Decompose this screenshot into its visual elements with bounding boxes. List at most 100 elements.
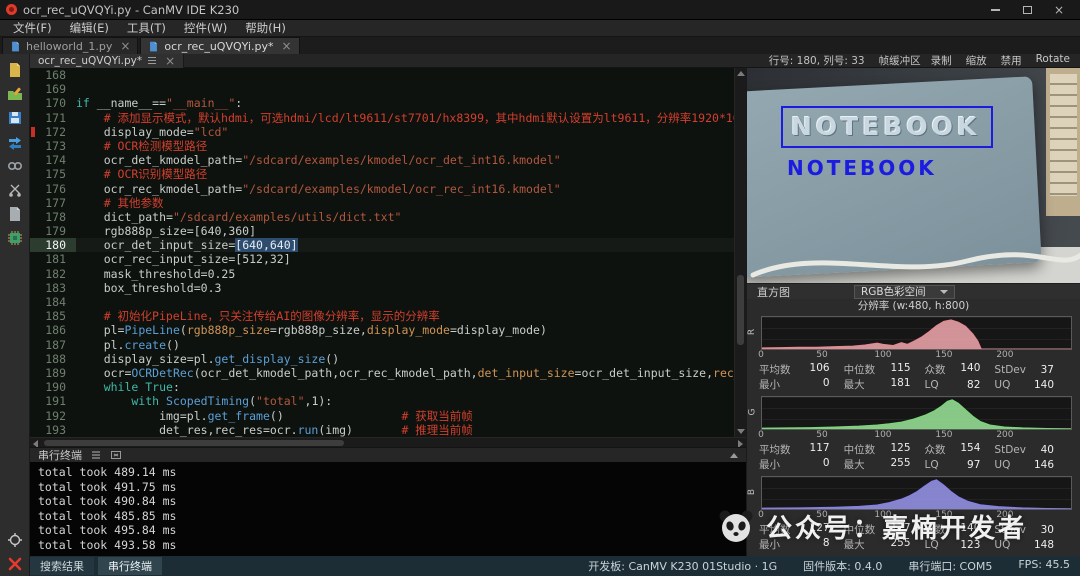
document-icon[interactable]	[6, 205, 24, 223]
stat-value: 146	[1034, 459, 1054, 471]
code-line[interactable]: 182 mask_threshold=0.25	[30, 267, 734, 281]
resolution-label: 分辨率 (w:480, h:800)	[747, 299, 1080, 314]
code-line[interactable]: 170if __name__=="__main__":	[30, 96, 734, 110]
code-line[interactable]: 193 det_res,rec_res=ocr.run(img) # 推理当前帧	[30, 423, 734, 437]
framebuffer-label: 帧缓冲区	[879, 53, 931, 68]
tab-close-icon[interactable]: ×	[282, 40, 292, 52]
code-line[interactable]: 190 while True:	[30, 380, 734, 394]
menu-item-file[interactable]: 文件(F)	[4, 20, 61, 36]
terminal-clear-icon[interactable]	[110, 449, 122, 461]
stat-label: 众数	[925, 362, 946, 377]
code-line[interactable]: 177 # 其他参数	[30, 196, 734, 210]
code-line[interactable]: 185 # 初始化PipeLine，只关注传给AI的图像分辨率，显示的分辨率	[30, 309, 734, 323]
scroll-up-icon[interactable]	[737, 71, 745, 76]
file-tab-helloworld[interactable]: helloworld_1.py ×	[2, 37, 138, 54]
code-text: dict_path="/sdcard/examples/utils/dict.t…	[76, 210, 734, 224]
scroll-down-icon[interactable]	[737, 429, 745, 434]
code-text	[76, 68, 734, 82]
save-file-icon[interactable]	[6, 109, 24, 127]
code-line[interactable]: 184	[30, 295, 734, 309]
tab-close-icon[interactable]: ×	[120, 40, 130, 52]
code-line[interactable]: 187 pl.create()	[30, 338, 734, 352]
code-line[interactable]: 180 ocr_det_input_size=[640,640]	[30, 238, 734, 252]
code-line[interactable]: 173 # OCR检测模型路径	[30, 139, 734, 153]
vertical-scrollbar[interactable]	[734, 68, 746, 437]
new-file-icon[interactable]	[6, 61, 24, 79]
code-line[interactable]: 168	[30, 68, 734, 82]
code-line[interactable]: 178 dict_path="/sdcard/examples/utils/di…	[30, 210, 734, 224]
file-tab-label: helloworld_1.py	[26, 40, 112, 53]
horizontal-scrollbar[interactable]	[30, 437, 746, 447]
stat-cell: 中位数125	[844, 442, 925, 457]
fb-button-zoom[interactable]: 缩放	[966, 53, 987, 68]
code-line[interactable]: 176 ocr_rec_kmodel_path="/sdcard/example…	[30, 182, 734, 196]
code-area[interactable]: 168169170if __name__=="__main__":171 # 添…	[30, 68, 746, 437]
menu-item-tools[interactable]: 工具(T)	[118, 20, 175, 36]
xtick-label: 0	[758, 510, 764, 520]
doc-close-icon[interactable]: ×	[165, 55, 175, 67]
stat-value: 140	[960, 522, 980, 537]
line-number: 188	[30, 352, 76, 366]
code-text	[76, 82, 734, 96]
vertical-scroll-thumb[interactable]	[737, 275, 744, 345]
connect-arrows-icon[interactable]	[6, 133, 24, 151]
histogram-xticks: 050100150200	[761, 430, 1072, 441]
code-line[interactable]: 191 with ScopedTiming("total",1):	[30, 394, 734, 408]
stat-value: 123	[960, 539, 980, 551]
menu-bar: 文件(F)编辑(E)工具(T)控件(W)帮助(H)	[0, 20, 1080, 37]
code-line[interactable]: 186 pl=PipeLine(rgb888p_size=rgb888p_siz…	[30, 323, 734, 337]
code-line[interactable]: 174 ocr_det_kmodel_path="/sdcard/example…	[30, 153, 734, 167]
code-line[interactable]: 183 box_threshold=0.3	[30, 281, 734, 295]
code-line[interactable]: 188 display_size=pl.get_display_size()	[30, 352, 734, 366]
menu-item-edit[interactable]: 编辑(E)	[61, 20, 118, 36]
link-icon[interactable]	[6, 157, 24, 175]
terminal-collapse-icon[interactable]	[730, 453, 738, 458]
code-line[interactable]: 181 ocr_rec_input_size=[512,32]	[30, 252, 734, 266]
code-line[interactable]: 179 rgb888p_size=[640,360]	[30, 224, 734, 238]
code-line[interactable]: 189 ocr=OCRDetRec(ocr_det_kmodel_path,oc…	[30, 366, 734, 380]
xtick-label: 150	[935, 510, 952, 520]
code-text: # OCR识别模型路径	[76, 167, 734, 181]
doc-menu-icon[interactable]	[148, 57, 156, 64]
menu-item-help[interactable]: 帮助(H)	[236, 20, 295, 36]
stop-script-icon[interactable]	[6, 555, 24, 573]
stat-value: 140	[960, 362, 980, 377]
file-tab-ocr-rec[interactable]: ocr_rec_uQVQYi.py*×	[140, 37, 299, 54]
stat-label: 中位数	[844, 362, 876, 377]
horizontal-scroll-thumb[interactable]	[44, 440, 344, 446]
ocr-result-text: NOTEBOOK	[787, 156, 937, 180]
code-line[interactable]: 175 # OCR识别模型路径	[30, 167, 734, 181]
code-line[interactable]: 169	[30, 82, 734, 96]
stat-label: StDev	[994, 444, 1026, 456]
target-icon[interactable]	[6, 531, 24, 549]
code-line[interactable]: 172 display_mode="lcd"	[30, 125, 734, 139]
fb-button-record[interactable]: 录制	[931, 53, 952, 68]
colorspace-select[interactable]: RGB色彩空间	[854, 285, 955, 299]
minimize-button[interactable]	[980, 1, 1010, 19]
menu-item-window[interactable]: 控件(W)	[175, 20, 236, 36]
code-line[interactable]: 192 img=pl.get_frame() # 获取当前帧	[30, 409, 734, 423]
stat-cell: StDev30	[994, 524, 1068, 536]
open-file-icon[interactable]	[6, 85, 24, 103]
board-icon[interactable]	[6, 229, 24, 247]
fb-button-rotate[interactable]: Rotate	[1036, 53, 1070, 68]
scissors-icon[interactable]	[6, 181, 24, 199]
stat-cell: 最小0	[759, 457, 844, 472]
statusbar-tabs: 搜索结果串行终端	[30, 557, 162, 575]
terminal-list-icon[interactable]	[90, 449, 102, 461]
stat-value: 0	[823, 457, 830, 472]
maximize-button[interactable]	[1012, 1, 1042, 19]
statusbar-tab-serial-terminal[interactable]: 串行终端	[98, 557, 162, 575]
fb-button-disable[interactable]: 禁用	[1001, 53, 1022, 68]
statusbar-tab-search-results[interactable]: 搜索结果	[30, 557, 94, 575]
code-line[interactable]: 171 # 添加显示模式，默认hdmi，可选hdmi/lcd/lt9611/st…	[30, 111, 734, 125]
editor-doc-tab[interactable]: ocr_rec_uQVQYi.py* ×	[30, 54, 184, 68]
stats-row: 平均数106中位数115众数140StDev37	[747, 362, 1080, 377]
histogram-plot-B: B	[747, 474, 1080, 510]
stat-cell: 中位数127	[844, 522, 925, 537]
editor-bar: ocr_rec_uQVQYi.py* × 行号: 180, 列号: 33 帧缓冲…	[30, 54, 1080, 68]
close-button[interactable]: ×	[1044, 1, 1074, 19]
code-text	[76, 295, 734, 309]
ocr-detection-box	[781, 106, 993, 148]
xtick-label: 0	[758, 430, 764, 440]
